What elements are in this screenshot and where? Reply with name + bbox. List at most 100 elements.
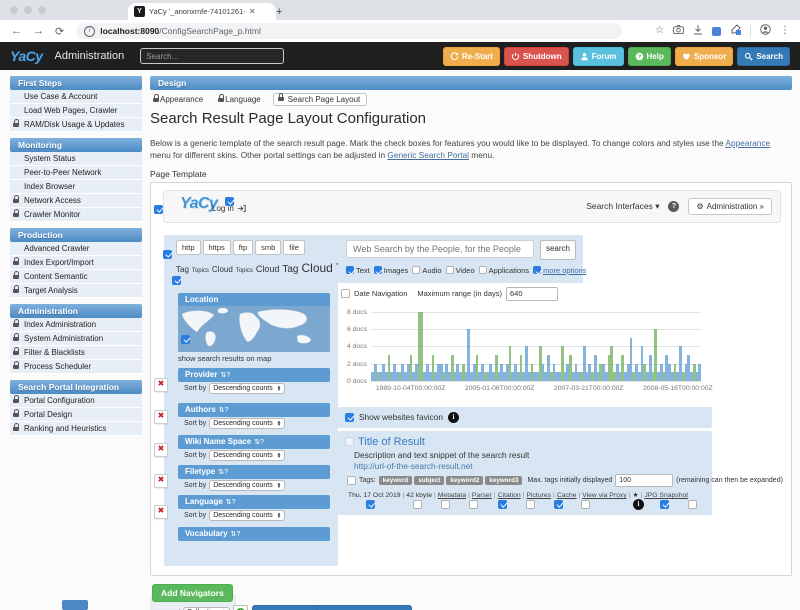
navigator-header-language[interactable]: Language⇅? <box>178 495 330 509</box>
meta-item-pictures[interactable]: Pictures <box>526 492 551 499</box>
browser-menu-icon[interactable]: ⋮ <box>780 26 790 36</box>
page-info-icon[interactable]: i <box>84 26 95 37</box>
max-tags-input[interactable] <box>615 474 673 487</box>
sidebar-item-system-administration[interactable]: System Administration <box>10 332 142 346</box>
search-submit-button[interactable]: search <box>540 240 576 260</box>
administration-menu-button[interactable]: ⚙Administration » <box>688 198 772 215</box>
camera-icon[interactable] <box>673 25 684 37</box>
sort-select-authors[interactable]: Descending counts▲▼ <box>209 418 285 429</box>
sidebar-item-load-web-pages-crawler[interactable]: Load Web Pages, Crawler <box>10 104 142 118</box>
forum-button[interactable]: Forum <box>573 47 624 66</box>
protocol-button-http[interactable]: http <box>176 240 201 255</box>
help-circle-icon[interactable]: ? <box>668 201 679 212</box>
favicon-checkbox[interactable] <box>345 413 354 422</box>
max-range-input[interactable] <box>506 287 558 301</box>
remove-authors-button[interactable]: ✖ <box>154 410 168 424</box>
media-checkbox-applications[interactable] <box>479 266 487 274</box>
result-option-checkbox-2[interactable] <box>441 500 450 509</box>
sort-select-filetype[interactable]: Descending counts▲▼ <box>209 480 285 491</box>
window-close-icon[interactable] <box>10 6 18 14</box>
reload-icon[interactable]: ⟳ <box>55 25 64 38</box>
more-options-link[interactable]: more options <box>543 266 586 275</box>
login-checkbox[interactable] <box>225 197 234 206</box>
sidebar-item-ram-disk-usage-updates[interactable]: RAM/Disk Usage & Updates <box>10 118 142 132</box>
tag-cloud-word[interactable]: Cloud <box>301 261 332 275</box>
navigator-header-filetype[interactable]: Filetype⇅? <box>178 465 330 479</box>
media-checkbox-text[interactable] <box>346 266 354 274</box>
remove-wiki-name-space-button[interactable]: ✖ <box>154 443 168 457</box>
appearance-link[interactable]: Appearance <box>725 138 770 148</box>
meta-item-metadata[interactable]: Metadata <box>438 492 466 499</box>
result-option-checkbox-8[interactable] <box>660 500 669 509</box>
tag-cloud-word[interactable]: Tag <box>176 265 189 274</box>
meta-item-parser[interactable]: Parser <box>472 492 492 499</box>
result-option-checkbox-7[interactable] <box>581 500 590 509</box>
result-option-checkbox-5[interactable] <box>526 500 535 509</box>
sidebar-item-advanced-crawler[interactable]: Advanced Crawler <box>10 242 142 256</box>
world-map[interactable] <box>178 306 330 352</box>
protocol-button-file[interactable]: file <box>283 240 305 255</box>
meta-item-citation[interactable]: Citation <box>498 492 521 499</box>
sidebar-item-peer-to-peer-network[interactable]: Peer-to-Peer Network <box>10 166 142 180</box>
location-checkbox[interactable] <box>181 335 190 344</box>
sidebar-item-target-analysis[interactable]: Target Analysis <box>10 284 142 298</box>
media-checkbox-images[interactable] <box>374 266 382 274</box>
sidebar-item-ranking-and-heuristics[interactable]: Ranking and Heuristics <box>10 422 142 436</box>
tag-cloud-word[interactable]: Tag <box>282 264 298 275</box>
protocol-button-smb[interactable]: smb <box>255 240 281 255</box>
sidebar-item-content-semantic[interactable]: Content Semantic <box>10 270 142 284</box>
bookmark-star-icon[interactable]: ☆ <box>655 26 664 36</box>
result-option-checkbox-4[interactable] <box>498 500 507 509</box>
sidebar-item-use-case-account[interactable]: Use Case & Account <box>10 90 142 104</box>
tab-language[interactable]: Language <box>215 95 261 104</box>
sidebar-item-process-scheduler[interactable]: Process Scheduler <box>10 360 142 374</box>
tags-checkbox[interactable] <box>347 476 356 485</box>
search-button[interactable]: Search <box>737 47 790 66</box>
meta-item-cache[interactable]: Cache <box>557 492 577 499</box>
template-header-checkbox[interactable] <box>154 205 163 214</box>
web-search-input[interactable] <box>346 240 534 258</box>
tag-cloud-word[interactable]: Cloud <box>212 265 233 274</box>
sidebar-item-crawler-monitor[interactable]: Crawler Monitor <box>10 208 142 222</box>
more-options-checkbox[interactable] <box>533 266 541 274</box>
vocabulary-header[interactable]: Vocabulary⇅? <box>178 527 330 541</box>
search-interfaces-menu[interactable]: Search Interfaces ▾ <box>586 201 659 212</box>
sidebar-item-network-access[interactable]: Network Access <box>10 194 142 208</box>
help-button[interactable]: ?Help <box>628 47 671 66</box>
forward-icon[interactable]: → <box>33 25 44 37</box>
protocol-button-ftp[interactable]: ftp <box>233 240 253 255</box>
sidebar-item-index-browser[interactable]: Index Browser <box>10 180 142 194</box>
sort-select-provider[interactable]: Descending counts▲▼ <box>209 383 285 394</box>
sort-select-wiki-name-space[interactable]: Descending counts▲▼ <box>209 450 285 461</box>
sidebar-item-index-export-import[interactable]: Index Export/Import <box>10 256 142 270</box>
sidebar-item-portal-design[interactable]: Portal Design <box>10 408 142 422</box>
tag-cloud-word[interactable]: Topics <box>236 268 253 274</box>
sidebar-item-system-status[interactable]: System Status <box>10 152 142 166</box>
tag-cloud-word[interactable]: Cloud <box>256 264 280 274</box>
remove-language-button[interactable]: ✖ <box>154 505 168 519</box>
remove-provider-button[interactable]: ✖ <box>154 378 168 392</box>
location-header[interactable]: Location <box>178 293 330 307</box>
result-option-checkbox-3[interactable] <box>469 500 478 509</box>
generic-search-portal-link[interactable]: Generic Search Portal <box>387 150 469 160</box>
extension-icon[interactable] <box>712 27 721 36</box>
info-icon[interactable]: i <box>633 499 644 510</box>
address-bar[interactable]: i localhost:8090/ConfigSearchPage_p.html <box>76 23 622 39</box>
meta-item-jpg-snapshot[interactable]: JPG Snapshot <box>644 492 688 499</box>
protocols-checkbox[interactable] <box>163 250 172 259</box>
meta-item-view-via-proxy[interactable]: View via Proxy <box>582 492 626 499</box>
date-navigation-checkbox[interactable] <box>341 289 350 298</box>
window-controls[interactable] <box>10 6 46 14</box>
result-option-checkbox-6[interactable] <box>554 500 563 509</box>
info-icon[interactable]: i <box>448 412 459 423</box>
sponsor-button[interactable]: Sponsor <box>675 47 733 66</box>
add-navigators-button[interactable]: Add Navigators <box>152 584 233 602</box>
navbar-search-input[interactable] <box>140 48 284 64</box>
window-minimize-icon[interactable] <box>24 6 32 14</box>
navigator-header-provider[interactable]: Provider⇅? <box>178 368 330 382</box>
result-option-checkbox-0[interactable] <box>366 500 375 509</box>
sidebar-item-filter-blacklists[interactable]: Filter & Blacklists <box>10 346 142 360</box>
sort-select-language[interactable]: Descending counts▲▼ <box>209 510 285 521</box>
tab-close-icon[interactable]: ✕ <box>249 7 256 16</box>
download-icon[interactable] <box>693 25 703 38</box>
